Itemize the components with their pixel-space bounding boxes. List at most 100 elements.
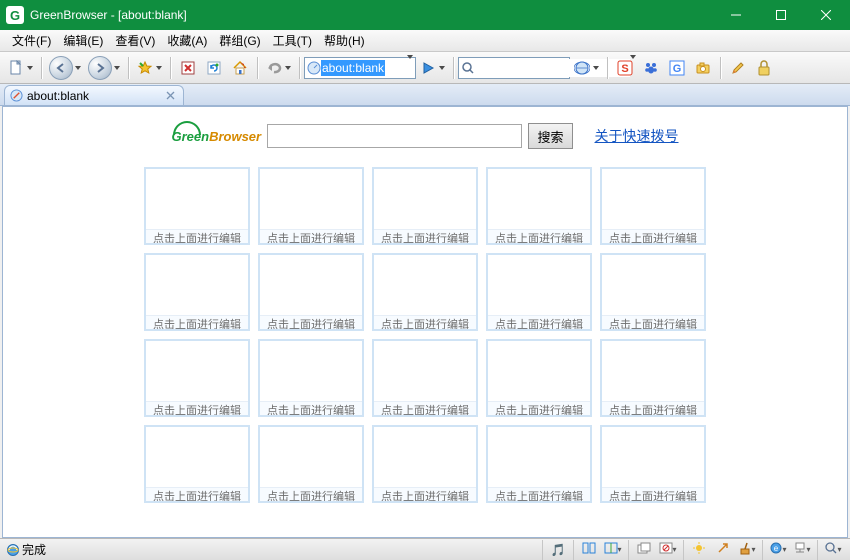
- status-sun-button[interactable]: [688, 541, 710, 559]
- forward-button[interactable]: [85, 55, 124, 81]
- stop-button[interactable]: [175, 55, 201, 81]
- speed-dial-caption: 点击上面进行编辑: [602, 401, 704, 415]
- tab-about-blank[interactable]: about:blank: [4, 85, 184, 105]
- speed-dial-cell[interactable]: 点击上面进行编辑: [258, 425, 364, 503]
- status-text: 完成: [22, 541, 46, 558]
- svg-text:e: e: [774, 544, 779, 553]
- home-button[interactable]: [227, 55, 253, 81]
- stop-icon: [179, 59, 197, 77]
- status-cleanup-button[interactable]: ▾: [736, 541, 758, 559]
- minimize-button[interactable]: [713, 1, 758, 29]
- speed-dial-cell[interactable]: 点击上面进行编辑: [600, 253, 706, 331]
- refresh-button[interactable]: [201, 55, 227, 81]
- address-bar[interactable]: about:blank: [304, 57, 416, 79]
- speed-dial-caption: 点击上面进行编辑: [374, 487, 476, 501]
- main-search-input[interactable]: [267, 124, 522, 148]
- tab-close-button[interactable]: [163, 89, 177, 103]
- search-engine-button[interactable]: [570, 55, 603, 81]
- app-icon: G: [6, 6, 24, 24]
- chevron-down-icon: [74, 66, 82, 70]
- status-media-button[interactable]: 🎵: [547, 541, 569, 559]
- star-icon: [136, 59, 154, 77]
- status-arrow-button[interactable]: [712, 541, 734, 559]
- menu-help[interactable]: 帮助(H): [318, 30, 371, 51]
- separator: [607, 57, 608, 79]
- paw-icon: [642, 59, 660, 77]
- speed-dial-cell[interactable]: 点击上面进行编辑: [486, 167, 592, 245]
- menu-groups[interactable]: 群组(G): [213, 30, 266, 51]
- speed-dial-cell[interactable]: 点击上面进行编辑: [258, 339, 364, 417]
- speed-dial-caption: 点击上面进行编辑: [146, 487, 248, 501]
- speed-dial-cell[interactable]: 点击上面进行编辑: [600, 425, 706, 503]
- speed-dial-thumb: [260, 255, 362, 315]
- status-ie-button[interactable]: e▾: [767, 541, 789, 559]
- undo-button[interactable]: [262, 55, 295, 81]
- ext-button-4[interactable]: [690, 55, 716, 81]
- ext-button-1[interactable]: S: [612, 55, 638, 81]
- go-button[interactable]: [416, 55, 449, 81]
- edit-button[interactable]: [725, 55, 751, 81]
- sun-icon: [692, 541, 706, 558]
- speed-dial-thumb: [260, 427, 362, 487]
- speed-dial-thumb: [260, 341, 362, 401]
- status-block-button[interactable]: ▾: [657, 541, 679, 559]
- svg-text:G: G: [673, 63, 682, 75]
- block-icon: [659, 542, 673, 557]
- ext-button-3[interactable]: G: [664, 55, 690, 81]
- status-bar: 完成 🎵 ▾ ▾ ▾ e▾ ▾ ▾: [0, 538, 850, 560]
- speed-dial-caption: 点击上面进行编辑: [374, 229, 476, 243]
- chevron-down-icon[interactable]: [407, 59, 413, 77]
- globe-icon: [573, 59, 591, 77]
- new-tab-button[interactable]: [4, 55, 37, 81]
- favorites-button[interactable]: [133, 55, 166, 81]
- speed-dial-thumb: [146, 341, 248, 401]
- speed-dial-page: GreenBrowser 搜索 关于快速拨号 点击上面进行编辑点击上面进行编辑点…: [3, 107, 847, 537]
- speed-dial-cell[interactable]: 点击上面进行编辑: [372, 425, 478, 503]
- ext-button-2[interactable]: [638, 55, 664, 81]
- speed-dial-cell[interactable]: 点击上面进行编辑: [372, 339, 478, 417]
- speed-dial-caption: 点击上面进行编辑: [602, 315, 704, 329]
- speed-dial-cell[interactable]: 点击上面进行编辑: [600, 167, 706, 245]
- close-button[interactable]: [803, 1, 848, 29]
- about-speed-dial-link[interactable]: 关于快速拨号: [595, 126, 679, 146]
- document-icon: [7, 59, 25, 77]
- status-zoom-button[interactable]: ▾: [822, 541, 844, 559]
- speed-dial-cell[interactable]: 点击上面进行编辑: [258, 167, 364, 245]
- speed-dial-cell[interactable]: 点击上面进行编辑: [144, 425, 250, 503]
- back-button[interactable]: [46, 55, 85, 81]
- search-row: GreenBrowser 搜索 关于快速拨号: [171, 123, 678, 149]
- speed-dial-thumb: [602, 427, 704, 487]
- search-bar[interactable]: [458, 57, 570, 79]
- menu-file[interactable]: 文件(F): [6, 30, 57, 51]
- menu-view[interactable]: 查看(V): [109, 30, 161, 51]
- speed-dial-cell[interactable]: 点击上面进行编辑: [144, 167, 250, 245]
- speed-dial-caption: 点击上面进行编辑: [146, 229, 248, 243]
- pencil-icon: [729, 59, 747, 77]
- menu-edit[interactable]: 编辑(E): [57, 30, 109, 51]
- status-splitv2-button[interactable]: ▾: [602, 541, 624, 559]
- speed-dial-cell[interactable]: 点击上面进行编辑: [486, 253, 592, 331]
- speed-dial-cell[interactable]: 点击上面进行编辑: [486, 339, 592, 417]
- maximize-button[interactable]: [758, 1, 803, 29]
- speed-dial-cell[interactable]: 点击上面进行编辑: [144, 339, 250, 417]
- speed-dial-cell[interactable]: 点击上面进行编辑: [600, 339, 706, 417]
- speed-dial-cell[interactable]: 点击上面进行编辑: [144, 253, 250, 331]
- status-splitv-button[interactable]: [578, 541, 600, 559]
- speed-dial-caption: 点击上面进行编辑: [602, 487, 704, 501]
- speed-dial-cell[interactable]: 点击上面进行编辑: [372, 167, 478, 245]
- separator: [257, 57, 258, 79]
- status-cascade-button[interactable]: [633, 541, 655, 559]
- menu-favorites[interactable]: 收藏(A): [161, 30, 213, 51]
- address-value[interactable]: about:blank: [321, 60, 385, 76]
- main-search-button[interactable]: 搜索: [528, 123, 572, 149]
- status-net-button[interactable]: ▾: [791, 541, 813, 559]
- speed-dial-cell[interactable]: 点击上面进行编辑: [258, 253, 364, 331]
- speed-dial-caption: 点击上面进行编辑: [146, 315, 248, 329]
- lock-icon: [755, 59, 773, 77]
- lock-button[interactable]: [751, 55, 777, 81]
- speed-dial-cell[interactable]: 点击上面进行编辑: [486, 425, 592, 503]
- menu-tools[interactable]: 工具(T): [267, 30, 318, 51]
- search-icon: [461, 61, 475, 75]
- speed-dial-cell[interactable]: 点击上面进行编辑: [372, 253, 478, 331]
- chevron-down-icon: [155, 66, 163, 70]
